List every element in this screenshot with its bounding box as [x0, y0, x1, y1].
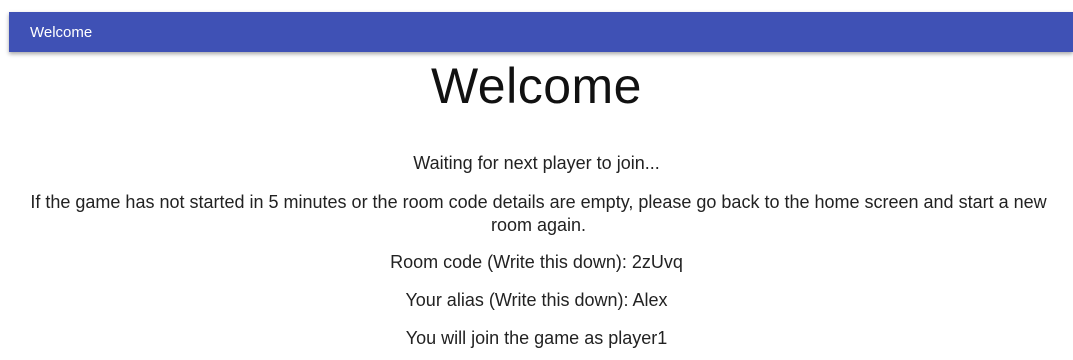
main-content: Welcome Waiting for next player to join.… — [0, 52, 1073, 350]
app-bar-title: Welcome — [30, 23, 93, 41]
page-title: Welcome — [431, 58, 642, 114]
app-bar: Welcome — [9, 12, 1073, 52]
player-assignment-text: You will join the game as player1 — [405, 328, 668, 348]
instruction-text: If the game has not started in 5 minutes… — [30, 192, 1047, 235]
waiting-message: Waiting for next player to join... — [413, 153, 660, 173]
alias-text: Your alias (Write this down): Alex — [405, 290, 668, 310]
room-code-text: Room code (Write this down): 2zUvq — [390, 252, 683, 272]
